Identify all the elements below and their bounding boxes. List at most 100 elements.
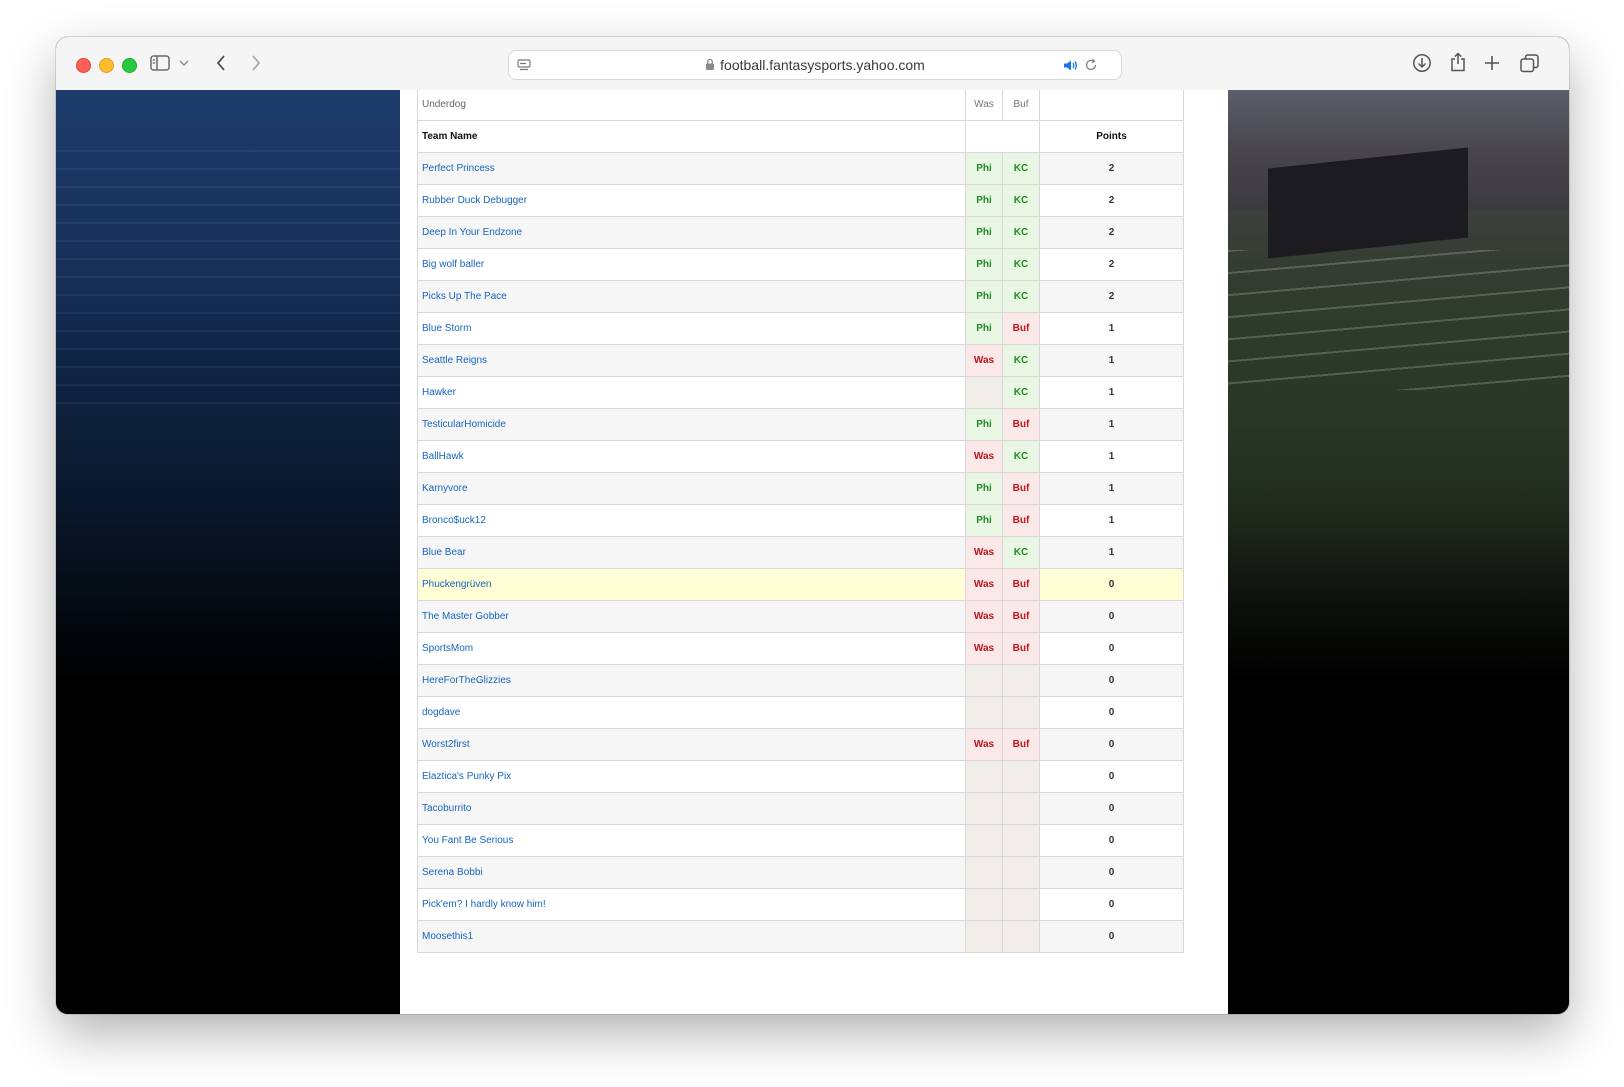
pick-game-2: KC xyxy=(1002,184,1040,217)
pick-game-2: Buf xyxy=(1002,632,1040,665)
pick-game-1 xyxy=(965,760,1003,793)
points-value: 0 xyxy=(1039,600,1184,633)
speaker-icon[interactable] xyxy=(1062,57,1080,73)
pick-game-2 xyxy=(1002,760,1040,793)
pick-game-1: Phi xyxy=(965,280,1003,313)
table-row: SportsMom Was Buf 0 xyxy=(417,632,1184,665)
pick-game-2 xyxy=(1002,856,1040,889)
browser-window: football.fantasysports.yahoo.com Underdo… xyxy=(56,37,1569,1014)
zoom-window-button[interactable] xyxy=(122,58,137,73)
tabs-icon[interactable] xyxy=(1517,51,1541,75)
team-name-link[interactable]: Perfect Princess xyxy=(417,152,966,185)
pick-game-2 xyxy=(1002,664,1040,697)
team-name-link[interactable]: Rubber Duck Debugger xyxy=(417,184,966,217)
points-value: 0 xyxy=(1039,792,1184,825)
points-value: 0 xyxy=(1039,728,1184,761)
pick-game-1: Was xyxy=(965,344,1003,377)
team-name-link[interactable]: Blue Storm xyxy=(417,312,966,345)
team-name-link[interactable]: Serena Bobbi xyxy=(417,856,966,889)
table-row: Blue Bear Was KC 1 xyxy=(417,536,1184,569)
pick-game-2: KC xyxy=(1002,280,1040,313)
forward-icon[interactable] xyxy=(245,51,267,75)
minimize-window-button[interactable] xyxy=(99,58,114,73)
team-name-link[interactable]: Deep In Your Endzone xyxy=(417,216,966,249)
team-name-link[interactable]: Tacoburrito xyxy=(417,792,966,825)
chevron-down-icon[interactable] xyxy=(178,56,190,70)
team-name-link[interactable]: Bronco$uck12 xyxy=(417,504,966,537)
pick-game-2 xyxy=(1002,824,1040,857)
points-value: 1 xyxy=(1039,472,1184,505)
download-icon[interactable] xyxy=(1410,51,1434,75)
points-value: 1 xyxy=(1039,376,1184,409)
team-name-link[interactable]: Hawker xyxy=(417,376,966,409)
pick-game-1 xyxy=(965,856,1003,889)
sidebar-icon[interactable] xyxy=(148,52,172,74)
points-value: 0 xyxy=(1039,856,1184,889)
points-value: 2 xyxy=(1039,248,1184,281)
team-name-link[interactable]: dogdave xyxy=(417,696,966,729)
reload-icon[interactable] xyxy=(1083,57,1099,73)
pick-game-2: KC xyxy=(1002,376,1040,409)
pick-game-2: KC xyxy=(1002,152,1040,185)
pick-game-2: Buf xyxy=(1002,408,1040,441)
browser-toolbar: football.fantasysports.yahoo.com xyxy=(56,37,1569,91)
pick-game-1: Phi xyxy=(965,312,1003,345)
table-row: Phuckengrüven Was Buf 0 xyxy=(417,568,1184,601)
team-name-link[interactable]: Worst2first xyxy=(417,728,966,761)
picks-table: Underdog Was Buf Team Name Points Perfec… xyxy=(417,90,1184,953)
close-window-button[interactable] xyxy=(76,58,91,73)
table-row: TesticularHomicide Phi Buf 1 xyxy=(417,408,1184,441)
team-name-link[interactable]: The Master Gobber xyxy=(417,600,966,633)
points-value: 0 xyxy=(1039,664,1184,697)
url-label: football.fantasysports.yahoo.com xyxy=(720,57,925,73)
stadium-background-left xyxy=(56,90,400,1014)
table-row: The Master Gobber Was Buf 0 xyxy=(417,600,1184,633)
pick-game-1: Phi xyxy=(965,216,1003,249)
window-controls xyxy=(76,58,137,73)
team-name-link[interactable]: Picks Up The Pace xyxy=(417,280,966,313)
team-name-link[interactable]: Big wolf baller xyxy=(417,248,966,281)
team-name-link[interactable]: HereForTheGlizzies xyxy=(417,664,966,697)
points-value: 1 xyxy=(1039,504,1184,537)
plus-icon[interactable] xyxy=(1481,51,1503,75)
team-name-link[interactable]: Moosethis1 xyxy=(417,920,966,953)
team-name-link[interactable]: Karnyvore xyxy=(417,472,966,505)
team-name-link[interactable]: Elaztica's Punky Pix xyxy=(417,760,966,793)
team-name-link[interactable]: Blue Bear xyxy=(417,536,966,569)
pick-game-2: KC xyxy=(1002,216,1040,249)
team-name-link[interactable]: Seattle Reigns xyxy=(417,344,966,377)
team-name-link[interactable]: You Fant Be Serious xyxy=(417,824,966,857)
pick-game-2 xyxy=(1002,792,1040,825)
pick-game-1: Was xyxy=(965,632,1003,665)
pick-game-1 xyxy=(965,888,1003,921)
points-value: 0 xyxy=(1039,920,1184,953)
table-row: BallHawk Was KC 1 xyxy=(417,440,1184,473)
url-text[interactable]: football.fantasysports.yahoo.com xyxy=(509,51,1121,79)
points-value: 0 xyxy=(1039,824,1184,857)
points-value: 0 xyxy=(1039,696,1184,729)
pick-game-2: Buf xyxy=(1002,728,1040,761)
address-bar[interactable]: football.fantasysports.yahoo.com xyxy=(508,50,1122,80)
pick-game-1 xyxy=(965,696,1003,729)
team-name-link[interactable]: TesticularHomicide xyxy=(417,408,966,441)
team-name-link[interactable]: Pick'em? I hardly know him! xyxy=(417,888,966,921)
pick-game-2: Buf xyxy=(1002,568,1040,601)
table-row: Worst2first Was Buf 0 xyxy=(417,728,1184,761)
team-name-link[interactable]: BallHawk xyxy=(417,440,966,473)
team-name-link[interactable]: Phuckengrüven xyxy=(417,568,966,601)
pick-game-1 xyxy=(965,664,1003,697)
table-row: You Fant Be Serious 0 xyxy=(417,824,1184,857)
team-name-link[interactable]: SportsMom xyxy=(417,632,966,665)
points-value: 1 xyxy=(1039,344,1184,377)
table-row: Seattle Reigns Was KC 1 xyxy=(417,344,1184,377)
header-row: Team Name Points xyxy=(417,120,1184,153)
share-icon[interactable] xyxy=(1447,49,1469,75)
points-value: 1 xyxy=(1039,408,1184,441)
pick-game-2: KC xyxy=(1002,536,1040,569)
table-row: Deep In Your Endzone Phi KC 2 xyxy=(417,216,1184,249)
pick-game-1: Was xyxy=(965,568,1003,601)
team-name-header: Team Name xyxy=(417,120,966,153)
pick-game-2: Buf xyxy=(1002,312,1040,345)
page-viewport: Underdog Was Buf Team Name Points Perfec… xyxy=(56,90,1569,1014)
back-icon[interactable] xyxy=(210,51,232,75)
